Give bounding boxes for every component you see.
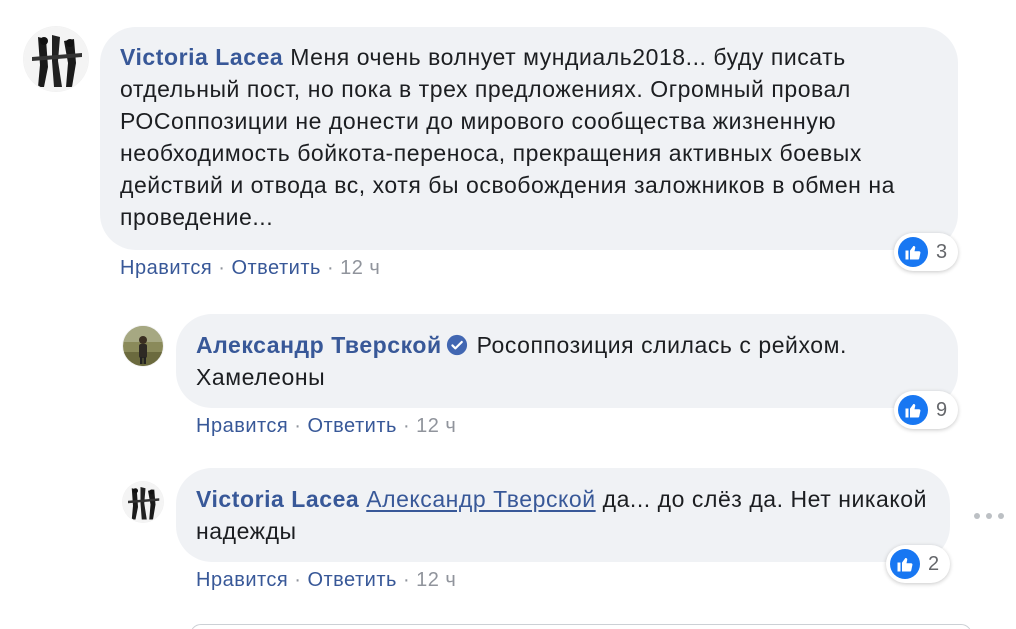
comment-author[interactable]: Victoria Lacea: [196, 486, 359, 512]
reaction-count: 9: [936, 398, 948, 421]
separator: ·: [326, 257, 335, 279]
comment-timestamp[interactable]: 12 ч: [340, 257, 380, 279]
comment-bubble: Александр Тверской Росоппозиция слилась …: [176, 314, 958, 408]
reactions-summary[interactable]: 9: [894, 391, 958, 429]
reply-link[interactable]: Ответить: [231, 257, 321, 279]
comments-thread: Victoria Lacea Меня очень волнует мундиа…: [0, 0, 1016, 629]
comment-timestamp[interactable]: 12 ч: [416, 569, 456, 591]
like-icon: [898, 237, 928, 267]
dot: [974, 513, 980, 519]
dot: [986, 513, 992, 519]
comment-text: Меня очень волнует мундиаль2018... буду …: [120, 44, 895, 230]
reply-link[interactable]: Ответить: [307, 415, 397, 437]
mention-link[interactable]: Александр Тверской: [366, 486, 595, 512]
avatar[interactable]: [123, 326, 163, 366]
comment-author[interactable]: Александр Тверской: [196, 332, 442, 358]
reaction-count: 2: [928, 552, 940, 575]
separator: ·: [294, 415, 302, 437]
separator: ·: [218, 257, 226, 279]
separator: ·: [294, 569, 302, 591]
comment-timestamp[interactable]: 12 ч: [416, 415, 456, 437]
comment-actions: Нравится · Ответить · 12 ч: [120, 257, 380, 280]
separator: ·: [402, 569, 411, 591]
avatar[interactable]: [123, 482, 163, 522]
reply-input-box[interactable]: [190, 624, 972, 629]
separator: ·: [402, 415, 411, 437]
profile-photo: [24, 27, 88, 91]
profile-photo: [123, 482, 163, 522]
dot: [998, 513, 1004, 519]
like-icon: [898, 395, 928, 425]
like-link[interactable]: Нравится: [120, 257, 212, 279]
reply-link[interactable]: Ответить: [307, 569, 397, 591]
like-icon: [890, 549, 920, 579]
reaction-count: 3: [936, 240, 948, 263]
comment-author[interactable]: Victoria Lacea: [120, 44, 283, 70]
comment-actions: Нравится · Ответить · 12 ч: [196, 569, 456, 592]
avatar[interactable]: [24, 27, 88, 91]
comment-bubble: Victoria Lacea Меня очень волнует мундиа…: [100, 27, 958, 250]
comment-bubble: Victoria Lacea Александр Тверской да... …: [176, 468, 950, 562]
comment-actions: Нравится · Ответить · 12 ч: [196, 415, 456, 438]
reactions-summary[interactable]: 2: [886, 545, 950, 583]
reactions-summary[interactable]: 3: [894, 233, 958, 271]
more-options-icon[interactable]: [974, 506, 1004, 526]
verified-badge-icon: [446, 334, 468, 356]
like-link[interactable]: Нравится: [196, 415, 288, 437]
like-link[interactable]: Нравится: [196, 569, 288, 591]
profile-photo: [123, 326, 163, 366]
